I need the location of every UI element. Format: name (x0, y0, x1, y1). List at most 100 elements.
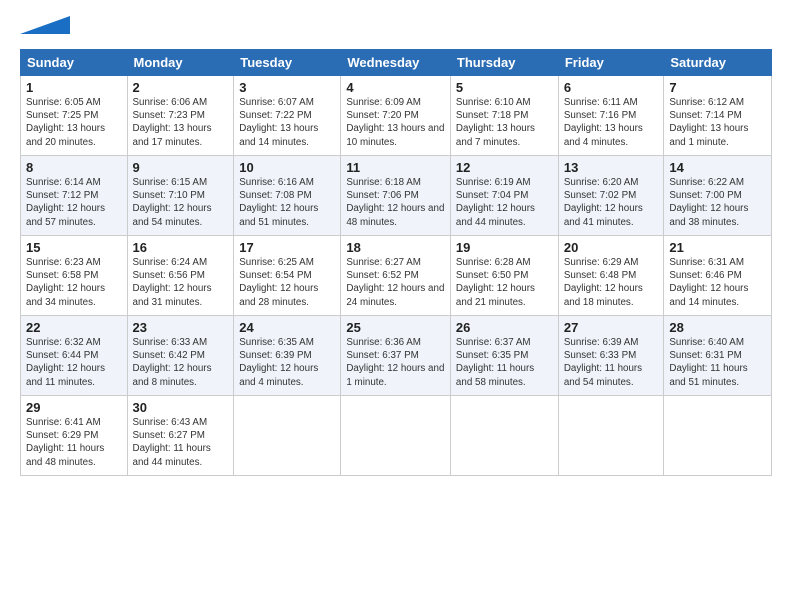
calendar-cell: 30 Sunrise: 6:43 AM Sunset: 6:27 PM Dayl… (127, 396, 234, 476)
day-number: 24 (239, 320, 335, 335)
day-number: 4 (346, 80, 445, 95)
calendar-week-3: 15 Sunrise: 6:23 AM Sunset: 6:58 PM Dayl… (21, 236, 772, 316)
calendar-cell: 15 Sunrise: 6:23 AM Sunset: 6:58 PM Dayl… (21, 236, 128, 316)
calendar-cell: 17 Sunrise: 6:25 AM Sunset: 6:54 PM Dayl… (234, 236, 341, 316)
calendar-cell (234, 396, 341, 476)
day-number: 12 (456, 160, 553, 175)
day-info: Sunrise: 6:23 AM Sunset: 6:58 PM Dayligh… (26, 256, 122, 309)
day-info: Sunrise: 6:33 AM Sunset: 6:42 PM Dayligh… (133, 336, 229, 389)
day-header-sunday: Sunday (21, 50, 128, 76)
day-number: 13 (564, 160, 659, 175)
calendar-week-1: 1 Sunrise: 6:05 AM Sunset: 7:25 PM Dayli… (21, 76, 772, 156)
day-info: Sunrise: 6:36 AM Sunset: 6:37 PM Dayligh… (346, 336, 445, 389)
calendar-cell: 24 Sunrise: 6:35 AM Sunset: 6:39 PM Dayl… (234, 316, 341, 396)
calendar-cell: 27 Sunrise: 6:39 AM Sunset: 6:33 PM Dayl… (558, 316, 664, 396)
calendar-week-5: 29 Sunrise: 6:41 AM Sunset: 6:29 PM Dayl… (21, 396, 772, 476)
day-header-thursday: Thursday (450, 50, 558, 76)
day-number: 7 (669, 80, 766, 95)
day-info: Sunrise: 6:37 AM Sunset: 6:35 PM Dayligh… (456, 336, 553, 389)
day-info: Sunrise: 6:39 AM Sunset: 6:33 PM Dayligh… (564, 336, 659, 389)
day-number: 10 (239, 160, 335, 175)
logo-icon (20, 16, 70, 34)
header (20, 16, 772, 39)
calendar-cell: 7 Sunrise: 6:12 AM Sunset: 7:14 PM Dayli… (664, 76, 772, 156)
calendar-cell: 14 Sunrise: 6:22 AM Sunset: 7:00 PM Dayl… (664, 156, 772, 236)
day-info: Sunrise: 6:25 AM Sunset: 6:54 PM Dayligh… (239, 256, 335, 309)
day-info: Sunrise: 6:40 AM Sunset: 6:31 PM Dayligh… (669, 336, 766, 389)
calendar-cell: 1 Sunrise: 6:05 AM Sunset: 7:25 PM Dayli… (21, 76, 128, 156)
calendar-cell (664, 396, 772, 476)
day-info: Sunrise: 6:07 AM Sunset: 7:22 PM Dayligh… (239, 96, 335, 149)
calendar-cell: 13 Sunrise: 6:20 AM Sunset: 7:02 PM Dayl… (558, 156, 664, 236)
page: SundayMondayTuesdayWednesdayThursdayFrid… (0, 0, 792, 486)
day-info: Sunrise: 6:29 AM Sunset: 6:48 PM Dayligh… (564, 256, 659, 309)
calendar-cell: 19 Sunrise: 6:28 AM Sunset: 6:50 PM Dayl… (450, 236, 558, 316)
day-number: 9 (133, 160, 229, 175)
calendar-header: SundayMondayTuesdayWednesdayThursdayFrid… (21, 50, 772, 76)
calendar-cell: 29 Sunrise: 6:41 AM Sunset: 6:29 PM Dayl… (21, 396, 128, 476)
day-info: Sunrise: 6:43 AM Sunset: 6:27 PM Dayligh… (133, 416, 229, 469)
day-number: 16 (133, 240, 229, 255)
calendar-cell: 8 Sunrise: 6:14 AM Sunset: 7:12 PM Dayli… (21, 156, 128, 236)
calendar-cell: 6 Sunrise: 6:11 AM Sunset: 7:16 PM Dayli… (558, 76, 664, 156)
day-number: 6 (564, 80, 659, 95)
calendar-cell: 28 Sunrise: 6:40 AM Sunset: 6:31 PM Dayl… (664, 316, 772, 396)
calendar-cell: 4 Sunrise: 6:09 AM Sunset: 7:20 PM Dayli… (341, 76, 451, 156)
day-info: Sunrise: 6:16 AM Sunset: 7:08 PM Dayligh… (239, 176, 335, 229)
calendar-cell: 23 Sunrise: 6:33 AM Sunset: 6:42 PM Dayl… (127, 316, 234, 396)
day-number: 23 (133, 320, 229, 335)
day-header-wednesday: Wednesday (341, 50, 451, 76)
day-info: Sunrise: 6:06 AM Sunset: 7:23 PM Dayligh… (133, 96, 229, 149)
day-info: Sunrise: 6:28 AM Sunset: 6:50 PM Dayligh… (456, 256, 553, 309)
day-number: 17 (239, 240, 335, 255)
calendar-cell: 21 Sunrise: 6:31 AM Sunset: 6:46 PM Dayl… (664, 236, 772, 316)
day-number: 19 (456, 240, 553, 255)
day-info: Sunrise: 6:11 AM Sunset: 7:16 PM Dayligh… (564, 96, 659, 149)
day-number: 3 (239, 80, 335, 95)
calendar-cell: 5 Sunrise: 6:10 AM Sunset: 7:18 PM Dayli… (450, 76, 558, 156)
calendar-body: 1 Sunrise: 6:05 AM Sunset: 7:25 PM Dayli… (21, 76, 772, 476)
day-number: 18 (346, 240, 445, 255)
day-header-monday: Monday (127, 50, 234, 76)
day-number: 14 (669, 160, 766, 175)
day-number: 28 (669, 320, 766, 335)
day-info: Sunrise: 6:31 AM Sunset: 6:46 PM Dayligh… (669, 256, 766, 309)
day-header-tuesday: Tuesday (234, 50, 341, 76)
day-number: 1 (26, 80, 122, 95)
day-number: 2 (133, 80, 229, 95)
calendar-table: SundayMondayTuesdayWednesdayThursdayFrid… (20, 49, 772, 476)
day-number: 22 (26, 320, 122, 335)
calendar-cell: 10 Sunrise: 6:16 AM Sunset: 7:08 PM Dayl… (234, 156, 341, 236)
calendar-cell (450, 396, 558, 476)
day-info: Sunrise: 6:20 AM Sunset: 7:02 PM Dayligh… (564, 176, 659, 229)
day-info: Sunrise: 6:24 AM Sunset: 6:56 PM Dayligh… (133, 256, 229, 309)
calendar-cell: 3 Sunrise: 6:07 AM Sunset: 7:22 PM Dayli… (234, 76, 341, 156)
calendar-cell: 9 Sunrise: 6:15 AM Sunset: 7:10 PM Dayli… (127, 156, 234, 236)
day-info: Sunrise: 6:10 AM Sunset: 7:18 PM Dayligh… (456, 96, 553, 149)
day-number: 25 (346, 320, 445, 335)
day-number: 26 (456, 320, 553, 335)
day-info: Sunrise: 6:32 AM Sunset: 6:44 PM Dayligh… (26, 336, 122, 389)
day-info: Sunrise: 6:05 AM Sunset: 7:25 PM Dayligh… (26, 96, 122, 149)
day-number: 11 (346, 160, 445, 175)
day-info: Sunrise: 6:27 AM Sunset: 6:52 PM Dayligh… (346, 256, 445, 309)
day-info: Sunrise: 6:14 AM Sunset: 7:12 PM Dayligh… (26, 176, 122, 229)
calendar-cell: 11 Sunrise: 6:18 AM Sunset: 7:06 PM Dayl… (341, 156, 451, 236)
day-info: Sunrise: 6:19 AM Sunset: 7:04 PM Dayligh… (456, 176, 553, 229)
day-info: Sunrise: 6:35 AM Sunset: 6:39 PM Dayligh… (239, 336, 335, 389)
day-number: 29 (26, 400, 122, 415)
logo (20, 16, 70, 39)
calendar-cell: 12 Sunrise: 6:19 AM Sunset: 7:04 PM Dayl… (450, 156, 558, 236)
day-number: 27 (564, 320, 659, 335)
day-info: Sunrise: 6:09 AM Sunset: 7:20 PM Dayligh… (346, 96, 445, 149)
day-number: 5 (456, 80, 553, 95)
calendar-cell (341, 396, 451, 476)
day-number: 15 (26, 240, 122, 255)
day-info: Sunrise: 6:41 AM Sunset: 6:29 PM Dayligh… (26, 416, 122, 469)
calendar-cell: 20 Sunrise: 6:29 AM Sunset: 6:48 PM Dayl… (558, 236, 664, 316)
calendar-cell: 18 Sunrise: 6:27 AM Sunset: 6:52 PM Dayl… (341, 236, 451, 316)
day-number: 20 (564, 240, 659, 255)
calendar-cell (558, 396, 664, 476)
day-info: Sunrise: 6:18 AM Sunset: 7:06 PM Dayligh… (346, 176, 445, 229)
calendar-week-2: 8 Sunrise: 6:14 AM Sunset: 7:12 PM Dayli… (21, 156, 772, 236)
